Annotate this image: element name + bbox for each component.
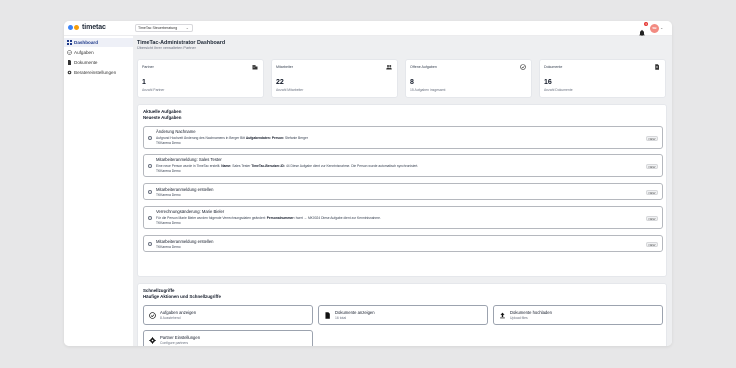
sidebar-item-label: Dashboard [74,40,98,45]
sidebar-item-beratereinstellungen[interactable]: Beratereinstellungen [64,68,133,77]
tasks-panel-subtitle: Neueste Aufgaben [143,115,182,120]
task-description: Aufgrund Hochzeit Änderung des Nachnamen… [156,135,308,140]
task-item[interactable]: Mitarbeiteranmeldung erstellen TKKarena … [143,235,663,252]
quick-documents-button[interactable]: Dokumente anzeigen 16 total [318,305,488,325]
circle-icon [148,136,152,140]
stat-label: Mitarbeiter [276,65,293,69]
stat-value: 16 [544,79,552,86]
sidebar-item-aufgaben[interactable]: Aufgaben [64,48,133,57]
quick-panel-subtitle: Häufige Aktionen und Schnellzugriffe [143,294,221,299]
logo-dot-orange [74,25,79,30]
building-icon [252,65,258,70]
task-description: Für die Person Marie Bieler wurden folge… [156,215,381,220]
app-window: timetac TimeTac Steuerberatung ⌄ 3 SB ⌄ … [64,21,672,346]
quick-access-panel: Schnellzugriffe Häufige Aktionen und Sch… [137,283,667,346]
task-team: TKKarena Demo [156,141,181,145]
task-item[interactable]: Mitarbeiteranmeldung: Sales Tester Eine … [143,154,663,177]
task-item[interactable]: Änderung Nachname Aufgrund Hochzeit Ände… [143,126,663,149]
stat-card-partner[interactable]: Partner 1 Anzahl Partner [137,59,264,98]
status-badge: NEW [646,190,658,195]
sidebar-item-label: Aufgaben [74,50,94,55]
notification-badge: 3 [644,22,648,26]
sidebar: Dashboard Aufgaben Dokumente Beratereins… [64,36,133,346]
company-select[interactable]: TimeTac Steuerberatung ⌄ [135,24,193,32]
quick-sub: Upload files [510,316,528,320]
quick-tasks-button[interactable]: Aufgaben anzeigen 8 Ausstehend [143,305,313,325]
stat-card-dokumente[interactable]: Dokumente 16 Anzahl Dokumente [539,59,666,98]
status-badge: NEW [646,242,658,247]
upload-icon [500,312,505,319]
stat-value: 1 [142,79,146,86]
top-bar: timetac TimeTac Steuerberatung ⌄ 3 SB ⌄ [64,21,672,37]
circle-icon [148,190,152,194]
quick-sub: 8 Ausstehend [160,316,181,320]
quick-title: Aufgaben anzeigen [160,310,197,315]
tasks-panel-title: Aktuelle Aufgaben [143,109,182,114]
circle-icon [148,164,152,168]
quick-sub: Configure partners [160,341,189,345]
stat-desc: 15 Aufgaben insgesamt [410,88,446,92]
task-title: Änderung Nachname [156,129,196,134]
quick-panel-title: Schnellzugriffe [143,288,175,293]
task-item[interactable]: Verrechnungsänderung: Marie Bieler Für d… [143,206,663,229]
quick-partner-settings-button[interactable]: Partner Einstellungen Configure partners [143,330,313,346]
stat-label: Offene Aufgaben [410,65,437,69]
sidebar-item-dokumente[interactable]: Dokumente [64,58,133,67]
stat-value: 8 [410,79,414,86]
status-badge: NEW [646,216,658,221]
sidebar-item-label: Dokumente [74,60,98,65]
grid-icon [67,40,72,45]
main-content: TimeTac-Administrator Dashboard Übersich… [133,36,672,346]
task-item[interactable]: Mitarbeiteranmeldung erstellen TKKarena … [143,183,663,200]
quick-title: Dokumente hochladen [510,310,552,315]
stat-desc: Anzahl Mitarbeiter [276,88,304,92]
circle-icon [148,242,152,246]
page-subtitle: Übersicht Ihrer verwalteten Partner [137,46,196,50]
logo-text: timetac [82,24,106,31]
avatar[interactable]: SB [650,24,659,33]
logo-dot-blue [68,25,73,30]
stat-card-mitarbeiter[interactable]: Mitarbeiter 22 Anzahl Mitarbeiter [271,59,398,98]
task-title: Mitarbeiteranmeldung: Sales Tester [156,157,222,162]
document-icon [67,60,72,65]
gear-icon [67,70,72,75]
status-badge: NEW [646,164,658,169]
gear-icon [149,337,156,344]
notifications-button[interactable]: 3 [638,22,648,37]
stat-card-offene-aufgaben[interactable]: Offene Aufgaben 8 15 Aufgaben insgesamt [405,59,532,98]
chevron-down-icon: ⌄ [185,25,189,30]
sidebar-item-dashboard[interactable]: Dashboard [64,38,133,47]
quick-title: Partner Einstellungen [160,335,201,340]
company-select-value: TimeTac Steuerberatung [138,26,178,30]
task-team: TKKarena Demo [156,245,181,249]
stat-value: 22 [276,79,284,86]
task-description: Eine neue Person wurde in TimeTac erstel… [156,163,419,168]
sidebar-item-label: Beratereinstellungen [74,70,117,75]
quick-upload-button[interactable]: Dokumente hochladen Upload files [493,305,663,325]
status-badge: NEW [646,136,658,141]
task-team: TKKarena Demo [156,221,181,225]
task-title: Mitarbeiteranmeldung erstellen [156,187,214,192]
logo[interactable]: timetac [68,24,106,31]
stat-label: Dokumente [544,65,563,69]
chevron-down-icon[interactable]: ⌄ [660,25,663,30]
people-icon [386,65,392,70]
document-icon [325,312,330,319]
task-title: Mitarbeiteranmeldung erstellen [156,239,214,244]
stat-desc: Anzahl Partner [142,88,165,92]
circle-icon [148,216,152,220]
task-team: TKKarena Demo [156,169,181,173]
quick-title: Dokumente anzeigen [335,310,375,315]
check-circle-icon [67,50,72,55]
check-circle-icon [149,312,156,319]
task-title: Verrechnungsänderung: Marie Bieler [156,209,225,214]
task-team: TKKarena Demo [156,193,181,197]
stat-desc: Anzahl Dokumente [544,88,573,92]
tasks-panel: Aktuelle Aufgaben Neueste Aufgaben Änder… [137,104,667,277]
stat-label: Partner [142,65,154,69]
quick-sub: 16 total [335,316,347,320]
file-icon [655,64,659,70]
check-circle-icon [520,64,526,70]
